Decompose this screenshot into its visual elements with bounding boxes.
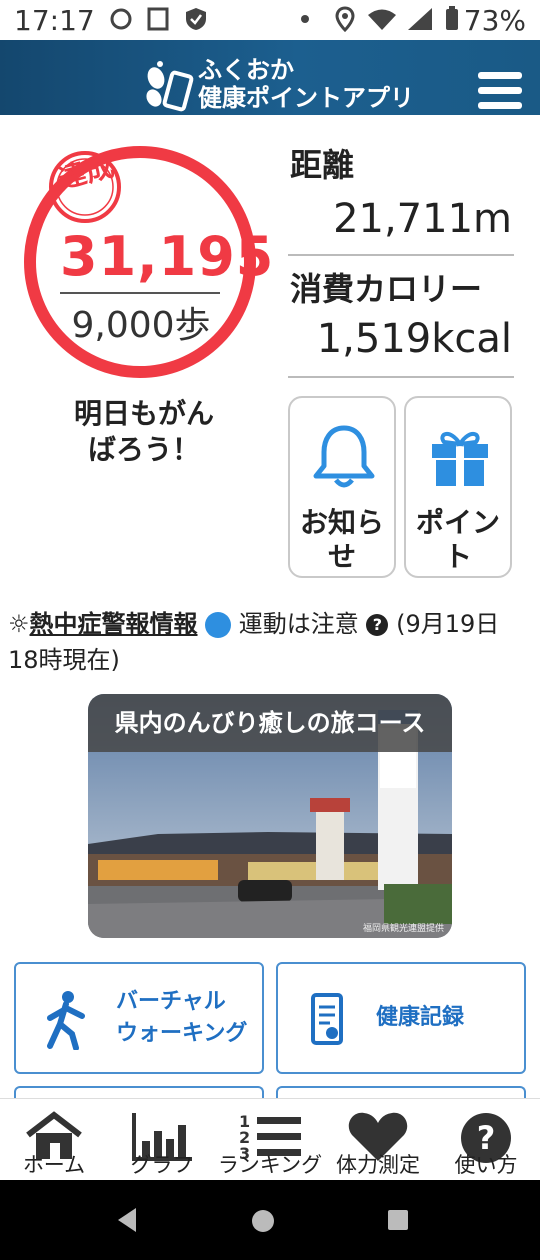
battery-icon xyxy=(446,6,458,30)
cheer-line1: 明日もがん xyxy=(73,397,214,430)
steps-count: 31,195 xyxy=(60,225,275,288)
cheer-message: 明日もがん ばろう！ xyxy=(44,396,244,468)
notice-label: お知ら せ xyxy=(290,506,394,574)
health-record-button[interactable]: 健康記録 xyxy=(276,962,526,1074)
sun-icon: ☼ xyxy=(8,610,30,638)
virtual-walking-label: バーチャル ウォーキング xyxy=(116,986,247,1050)
nav-graph-label: グラフ xyxy=(130,1153,194,1177)
notice-label-line2: せ xyxy=(327,540,356,573)
walking-person-icon xyxy=(47,991,85,1050)
virtual-walking-line2: ウォーキング xyxy=(116,1021,248,1046)
home-circle-icon[interactable] xyxy=(250,1208,276,1234)
bell-icon xyxy=(313,425,375,488)
gift-icon xyxy=(432,432,488,486)
logo-line1: ふくおか xyxy=(198,56,294,84)
virtual-walking-line1: バーチャル xyxy=(116,989,226,1014)
nav-graph[interactable]: グラフ xyxy=(108,1099,216,1181)
nav-home-label: ホーム xyxy=(22,1153,86,1177)
clock: 17:17 xyxy=(14,4,95,37)
steps-goal: 9,000歩 xyxy=(71,305,211,346)
nav-home[interactable]: ホーム xyxy=(0,1099,108,1181)
footprint-logo-icon xyxy=(146,61,194,112)
nav-ranking-label: ランキング xyxy=(217,1153,323,1177)
distance-label: 距離 xyxy=(290,146,355,184)
calories-divider xyxy=(288,376,514,378)
back-icon[interactable] xyxy=(114,1206,140,1234)
sync-icon xyxy=(110,8,132,30)
calories-value: 1,519kcal xyxy=(316,316,512,362)
nav-help[interactable]: ? 使い方 xyxy=(432,1099,540,1181)
nav-fitness[interactable]: 体力測定 xyxy=(324,1099,432,1181)
health-record-label: 健康記録 xyxy=(376,1005,465,1030)
goal-divider xyxy=(60,292,220,294)
shield-icon xyxy=(186,8,206,30)
points-label-line2: ト xyxy=(443,540,472,573)
nav-help-label: 使い方 xyxy=(454,1153,518,1177)
nav-ranking[interactable]: 1 2 3 ランキング xyxy=(216,1099,324,1181)
banner-credit: 福岡県観光連盟提供 xyxy=(362,924,444,934)
distance-value: 21,711m xyxy=(333,196,512,242)
virtual-walking-button[interactable]: バーチャル ウォーキング xyxy=(14,962,264,1074)
logo-line2: 健康ポイントアプリ xyxy=(198,84,414,112)
banner-title: 県内のんびり癒しの旅コース xyxy=(88,694,452,752)
notice-label-line1: お知ら xyxy=(299,506,384,539)
wifi-icon xyxy=(368,9,396,30)
signal-icon xyxy=(408,8,432,30)
dot-icon xyxy=(301,15,309,23)
location-icon xyxy=(335,6,355,32)
hamburger-menu-icon[interactable] xyxy=(478,72,522,110)
heatstroke-info: ☼熱中症警報情報 運動は注意 ? (9月19日 18時現在) xyxy=(8,606,532,678)
help-icon[interactable]: ? xyxy=(366,614,389,636)
document-check-icon xyxy=(311,993,343,1045)
battery-percent: 73% xyxy=(463,4,526,37)
app-logo-text[interactable]: ふくおか 健康ポイントアプリ xyxy=(198,56,414,112)
status-bar: 17:17 73% xyxy=(0,0,540,40)
system-navigation-bar xyxy=(0,1180,540,1260)
calories-label: 消費カロリー xyxy=(290,270,483,308)
gallery-icon xyxy=(147,7,169,31)
heatstroke-link[interactable]: 熱中症警報情報 xyxy=(30,610,198,638)
travel-course-banner[interactable]: 県内のんびり癒しの旅コース 福岡県観光連盟提供 xyxy=(88,694,452,938)
worried-face-icon xyxy=(205,612,232,638)
cheer-line2: ばろう！ xyxy=(87,433,200,466)
points-tile[interactable]: ポイン ト xyxy=(404,396,512,578)
notice-tile[interactable]: お知ら せ xyxy=(288,396,396,578)
points-label-line1: ポイン xyxy=(415,506,500,539)
nav-fitness-label: 体力測定 xyxy=(336,1153,420,1177)
points-label: ポイン ト xyxy=(406,506,510,574)
bottom-navigation: ホーム グラフ 1 2 3 ランキング 体力測定 ? 使い方 xyxy=(0,1098,540,1181)
distance-divider xyxy=(288,254,514,256)
recents-icon[interactable] xyxy=(386,1208,410,1232)
heatstroke-status: 運動は注意 xyxy=(238,610,359,638)
